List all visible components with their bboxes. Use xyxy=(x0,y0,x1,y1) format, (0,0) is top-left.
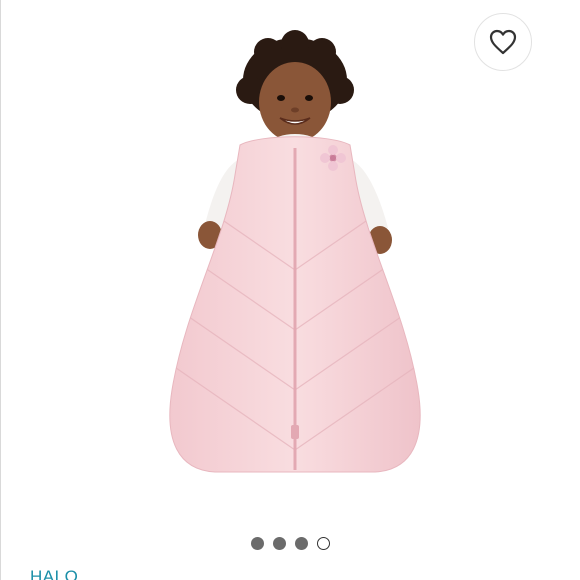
baby-face xyxy=(259,62,331,142)
product-photo[interactable] xyxy=(150,30,440,490)
carousel-dot-1[interactable] xyxy=(250,537,264,550)
like-button[interactable] xyxy=(474,13,532,71)
carousel-dot-2[interactable] xyxy=(272,537,286,550)
divider xyxy=(0,0,1,580)
carousel-dot-3[interactable] xyxy=(294,537,308,550)
carousel-dots xyxy=(0,537,580,550)
heart-outline-icon xyxy=(489,29,517,55)
product-listing-page: HALO xyxy=(0,0,580,580)
carousel-dot-4[interactable] xyxy=(316,537,330,550)
brand-link[interactable]: HALO xyxy=(30,567,78,580)
